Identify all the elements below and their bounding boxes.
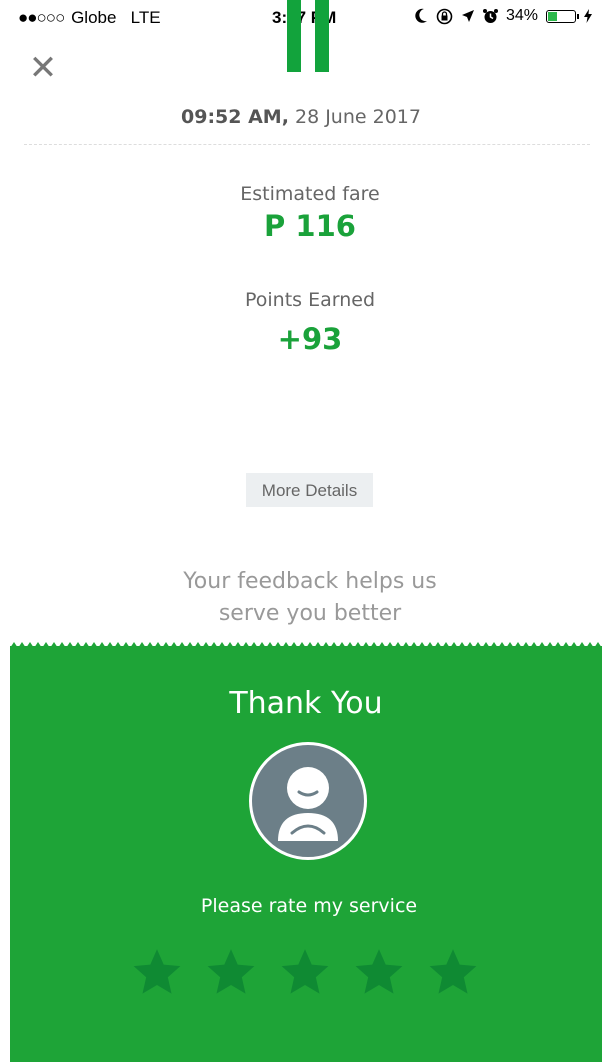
screen-overlay-bars	[287, 0, 331, 72]
moon-icon	[415, 8, 427, 23]
location-arrow-icon	[461, 10, 474, 22]
thank-you-title: Thank You	[229, 686, 383, 721]
rating-panel: Thank You Please rate my service	[10, 642, 602, 1062]
trip-date: 28 June 2017	[294, 106, 421, 128]
alarm-icon	[482, 9, 498, 23]
trip-datetime: 09:52 AM, 28 June 2017	[0, 106, 602, 128]
battery-level-fill	[548, 11, 557, 21]
status-bar: ●●○○○ Globe LTE 3:47 PM 34%	[0, 0, 602, 72]
points-value: +93	[277, 322, 343, 356]
rotation-lock-icon	[436, 8, 453, 24]
battery-icon	[546, 9, 579, 23]
star-icon-2[interactable]	[205, 946, 257, 998]
dashed-divider	[24, 144, 590, 145]
fare-label: Estimated fare	[240, 183, 380, 205]
signal-strength-icon: ●●○○○	[18, 8, 65, 27]
zigzag-edge	[10, 642, 602, 648]
feedback-line-1: Your feedback helps us	[183, 569, 437, 594]
trip-time: 09:52 AM,	[181, 106, 289, 128]
star-icon-1[interactable]	[131, 946, 183, 998]
star-icon-5[interactable]	[427, 946, 479, 998]
close-icon[interactable]: ✕	[27, 51, 59, 85]
rate-prompt: Please rate my service	[200, 895, 418, 917]
star-icon-4[interactable]	[353, 946, 405, 998]
points-label: Points Earned	[244, 289, 376, 311]
feedback-line-2: serve you better	[218, 601, 402, 626]
feedback-message: Your feedback helps us serve you better	[0, 566, 602, 630]
star-rating[interactable]	[131, 946, 479, 998]
status-icons: 34%	[414, 7, 592, 25]
network-type: LTE	[130, 8, 161, 27]
star-icon-3[interactable]	[279, 946, 331, 998]
bolt-icon	[584, 9, 592, 23]
carrier-name: Globe	[71, 8, 117, 27]
driver-avatar	[249, 742, 367, 860]
more-details-button[interactable]: More Details	[246, 473, 373, 507]
person-icon	[278, 767, 338, 841]
battery-percent: 34%	[505, 7, 538, 24]
carrier-info: ●●○○○ Globe LTE	[18, 8, 161, 28]
fare-value: P 116	[264, 209, 356, 243]
